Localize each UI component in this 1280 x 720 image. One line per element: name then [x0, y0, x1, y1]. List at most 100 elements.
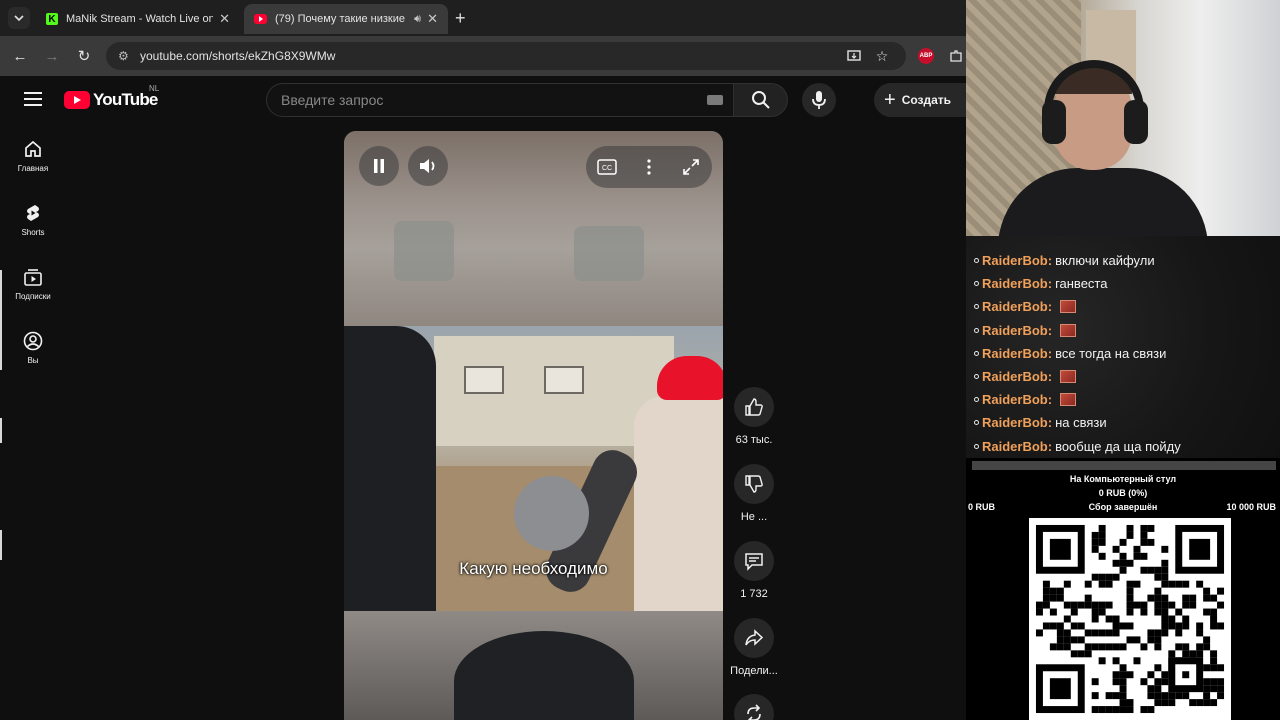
- sidebar-item-home[interactable]: Главная: [0, 124, 66, 188]
- chat-text: ганвеста: [1055, 276, 1108, 292]
- sidebar-item-shorts[interactable]: Shorts: [0, 188, 66, 252]
- streamer-webcam: [966, 0, 1280, 236]
- remix-action: [730, 694, 778, 720]
- close-icon[interactable]: ✕: [219, 11, 230, 27]
- pause-button[interactable]: [359, 146, 399, 186]
- chat-message: RaiderBob: ганвеста: [974, 272, 1280, 295]
- youtube-logo[interactable]: YouTube NL: [64, 84, 159, 110]
- badge-icon: [974, 374, 979, 380]
- donation-qr-code: [966, 518, 1280, 720]
- donation-progress-bar: [972, 461, 1276, 470]
- more-vertical-icon: [647, 159, 651, 175]
- new-tab-button[interactable]: +: [455, 8, 466, 28]
- sidebar-item-label: Подписки: [15, 292, 51, 301]
- tab-kick-stream[interactable]: K MaNik Stream - Watch Live on K ✕: [36, 4, 240, 34]
- captions-button[interactable]: CC: [596, 156, 618, 178]
- extensions-icon[interactable]: [946, 46, 966, 66]
- comments-button[interactable]: [734, 541, 774, 581]
- install-app-icon[interactable]: [844, 46, 864, 66]
- dislike-label: Не ...: [740, 511, 768, 523]
- dislike-button[interactable]: [734, 464, 774, 504]
- comments-action: 1 732: [730, 541, 778, 600]
- emote-icon: [1060, 393, 1077, 407]
- plus-icon: +: [884, 89, 896, 111]
- region-code: NL: [149, 84, 160, 93]
- badge-icon: [974, 443, 979, 449]
- more-options-button[interactable]: [638, 156, 660, 178]
- youtube-play-icon: [64, 91, 90, 109]
- donation-title: На Компьютерный стул: [1069, 474, 1177, 484]
- address-bar[interactable]: ⚙ youtube.com/shorts/ekZhG8X9WMw: [106, 42, 906, 70]
- chat-message: RaiderBob:: [974, 388, 1280, 411]
- share-label: Подели...: [730, 665, 778, 677]
- keyboard-icon[interactable]: [707, 95, 723, 105]
- search-icon: [751, 91, 770, 109]
- forward-icon[interactable]: →: [42, 46, 62, 66]
- chat-username: RaiderBob:: [982, 438, 1053, 454]
- sidebar-item-subscriptions[interactable]: Подписки: [0, 252, 66, 316]
- url-text: youtube.com/shorts/ekZhG8X9WMw: [140, 49, 336, 63]
- video-frame-bottom: [344, 611, 723, 720]
- chat-username: RaiderBob:: [982, 322, 1053, 338]
- share-button[interactable]: [734, 618, 774, 658]
- logo-text: YouTube: [93, 90, 158, 109]
- emote-icon: [1060, 323, 1077, 337]
- volume-icon: [420, 159, 435, 173]
- like-button[interactable]: [734, 387, 774, 427]
- browser-toolbar: ← → ↻ ⚙ youtube.com/shorts/ekZhG8X9WMw ☆…: [0, 36, 966, 76]
- back-icon[interactable]: ←: [10, 46, 30, 66]
- share-action: Подели...: [730, 618, 778, 677]
- menu-icon[interactable]: [24, 92, 42, 106]
- search-input[interactable]: Введите запрос: [266, 83, 734, 117]
- create-button[interactable]: + Создать: [874, 83, 966, 117]
- chat-username: RaiderBob:: [982, 253, 1053, 269]
- search-button[interactable]: [734, 83, 788, 117]
- emote-icon: [1060, 300, 1077, 314]
- badge-icon: [974, 327, 979, 333]
- reload-icon[interactable]: ↻: [74, 46, 94, 66]
- fullscreen-icon: [683, 159, 699, 175]
- tab-youtube-short[interactable]: (79) Почему такие низкие 🔊︎ ✕: [244, 4, 448, 34]
- fullscreen-button[interactable]: [680, 156, 702, 178]
- video-caption: Какую необходимо: [459, 559, 608, 578]
- thumbs-up-icon: [745, 398, 763, 416]
- speaker-icon[interactable]: 🔊︎: [414, 13, 421, 26]
- pause-icon: [374, 159, 384, 173]
- chat-text: включи кайфули: [1055, 253, 1155, 269]
- shorts-video-player[interactable]: Какую необходимо: [344, 131, 723, 720]
- badge-icon: [974, 350, 979, 356]
- sidebar-item-you[interactable]: Вы: [0, 316, 66, 380]
- site-info-icon[interactable]: ⚙: [118, 49, 132, 63]
- close-icon[interactable]: ✕: [427, 11, 438, 27]
- chat-username: RaiderBob:: [982, 392, 1053, 408]
- browser-tab-bar: K MaNik Stream - Watch Live on K ✕ (79) …: [0, 0, 966, 36]
- adblock-icon[interactable]: ABP: [918, 48, 934, 64]
- tab-title: MaNik Stream - Watch Live on K: [66, 13, 214, 25]
- remix-button[interactable]: [734, 694, 774, 720]
- volume-button[interactable]: [408, 146, 448, 186]
- sidebar-item-label: Shorts: [21, 228, 45, 237]
- youtube-icon: [254, 14, 267, 24]
- shorts-icon: [27, 205, 39, 221]
- badge-icon: [974, 258, 979, 264]
- sidebar-item-label: Главная: [17, 164, 49, 173]
- comment-icon: [745, 553, 763, 571]
- tab-title: (79) Почему такие низкие: [275, 13, 405, 25]
- tab-search-button[interactable]: [8, 7, 30, 29]
- chat-text: все тогда на связи: [1055, 345, 1167, 361]
- remix-icon: [747, 704, 761, 720]
- voice-search-button[interactable]: [802, 83, 836, 117]
- bookmark-star-icon[interactable]: ☆: [872, 46, 892, 66]
- badge-icon: [974, 304, 979, 310]
- chat-message: RaiderBob:: [974, 365, 1280, 388]
- chevron-down-icon: [14, 15, 24, 22]
- create-label: Создать: [901, 93, 952, 107]
- donation-goal: На Компьютерный стул 0 RUB (0%) 0 RUB Сб…: [966, 458, 1280, 518]
- chat-message: RaiderBob:: [974, 295, 1280, 318]
- window-edge: [0, 530, 2, 560]
- thumbs-down-icon: [745, 475, 763, 493]
- like-action: 63 тыс.: [730, 387, 778, 446]
- comment-count: 1 732: [740, 588, 768, 600]
- like-count: 63 тыс.: [735, 434, 773, 446]
- chat-text: вообще да ща пойду: [1055, 438, 1181, 454]
